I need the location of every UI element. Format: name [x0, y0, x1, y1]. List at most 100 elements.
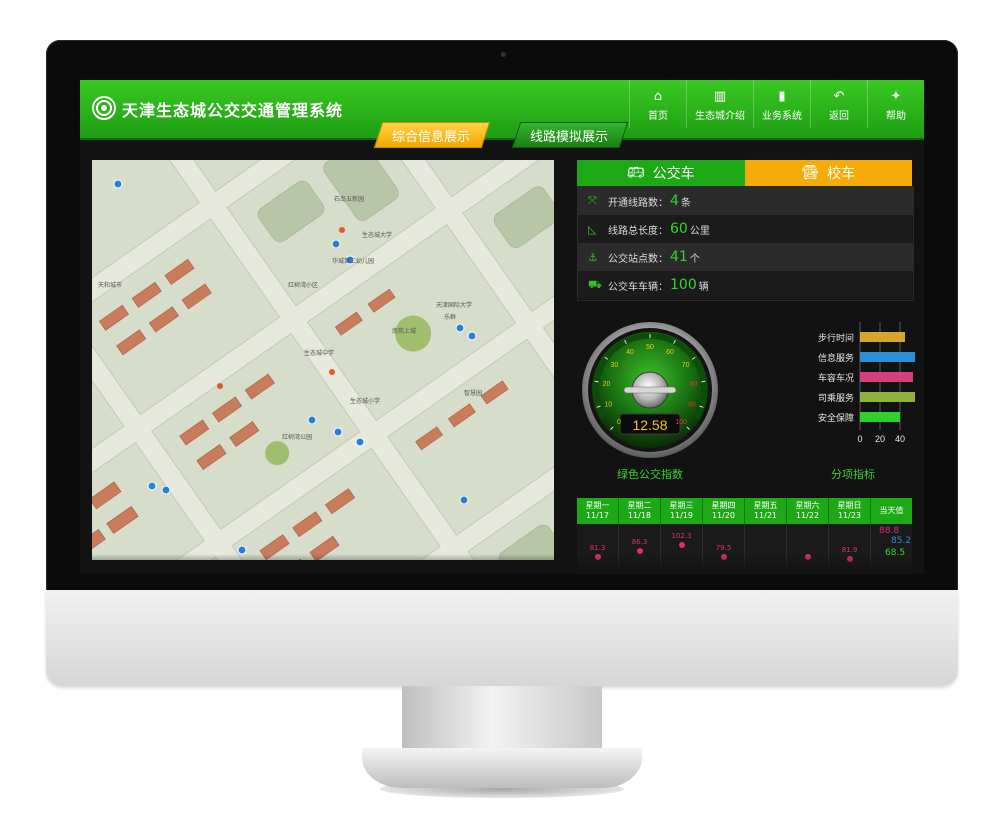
vehicle-tabs: 🚌︎ 公交车 🚍︎ 校车: [577, 160, 912, 186]
map-icon: ▥: [713, 89, 727, 104]
day-label: 星期一: [585, 501, 610, 510]
monitor-stand-base: [362, 748, 642, 788]
map-label: 生态城大学: [362, 232, 393, 239]
gauge-tick-label: 0: [617, 419, 621, 426]
stats-panel: ⤧ 开通线路数： 4 条 ◺ 线路总长度： 60 公里 ⚓ 公交站点数： 41 …: [577, 186, 914, 301]
tab-bus[interactable]: 🚌︎ 公交车: [577, 160, 745, 186]
day-value: 102.3: [671, 532, 692, 540]
app-title: 天津生态城公交交通管理系统: [122, 101, 344, 120]
date-label: 11/21: [753, 511, 778, 520]
school-bus-icon: 🚍︎: [801, 165, 820, 181]
map-canvas: [92, 160, 554, 560]
camera-icon: [501, 52, 506, 57]
bar: [860, 332, 905, 342]
stat-value: 60: [670, 221, 688, 237]
expand-icon: ⤧: [588, 194, 597, 207]
app-header: 天津生态城公交交通管理系统 ⌂ 首页 ▥ 生态城介绍 ▮ 业务系统 ↶ 返回 ✦…: [80, 80, 924, 140]
stat-value: 41: [670, 249, 688, 265]
nav-home-label: 首页: [648, 111, 668, 122]
nav-back[interactable]: ↶ 返回: [810, 80, 867, 128]
x-tick-label: 20: [875, 434, 885, 444]
tab-school-bus[interactable]: 🚍︎ 校车: [744, 160, 912, 186]
gauge-tick-label: 100: [675, 419, 687, 426]
date-label: 11/18: [627, 511, 652, 520]
bus-icon: ⛟: [588, 277, 602, 291]
stat-row: ⛟ 公交车车辆： 100 辆: [578, 271, 913, 299]
gauge-tick-label: 20: [603, 381, 611, 388]
map-label: 华城第二幼儿园: [332, 258, 375, 265]
tab-overview[interactable]: 综合信息展示: [378, 126, 484, 145]
green-index-gauge: 0 10 20 30 40 50 60 70 80 90 100 12.58: [580, 320, 720, 460]
monitor-stand-neck: [402, 686, 602, 756]
date-label: 11/20: [711, 511, 736, 520]
map-label: 天津国际大学: [436, 302, 473, 309]
date-label: 11/19: [669, 511, 694, 520]
bar: [860, 392, 915, 402]
gauge-tick-label: 60: [666, 349, 674, 356]
gauge-tick: [701, 380, 706, 383]
gauge-caption: 绿色公交指数: [617, 468, 683, 481]
category-label: 信息服务: [818, 352, 854, 364]
x-tick-label: 0: [857, 434, 862, 444]
stat-unit: 个: [689, 253, 700, 265]
stat-row: ◺ 线路总长度： 60 公里: [578, 215, 913, 243]
nav-back-label: 返回: [829, 111, 849, 122]
week-header: 星期一 11/17 星期二 11/18 星期三 11/19 星期四 11/20 星期五 1…: [577, 498, 912, 524]
date-label: 11/22: [795, 511, 820, 520]
week-col: 星期一 11/17: [577, 498, 619, 524]
bar: [860, 412, 900, 422]
week-col: 星期四 11/20: [703, 498, 745, 524]
nav-home[interactable]: ⌂ 首页: [629, 80, 686, 128]
map-label: 天和城市: [98, 282, 123, 289]
stat-value: 100: [670, 277, 697, 293]
ruler-icon: ◺: [588, 222, 597, 236]
map-label: 南苑上城: [392, 328, 417, 335]
date-label: 11/23: [837, 511, 862, 520]
city-map[interactable]: 石岛五新园 生态城大学 华城第二幼儿园 天和城市 红树湾小区 南苑上城 生态城中…: [92, 160, 554, 560]
stat-row: ⤧ 开通线路数： 4 条: [578, 187, 913, 215]
week-col: 星期六 11/22: [787, 498, 829, 524]
day-value: 81.3: [589, 544, 606, 552]
stat-unit: 公里: [689, 225, 710, 237]
nav-business-label: 业务系统: [762, 111, 802, 122]
week-col: 星期三 11/19: [661, 498, 703, 524]
nav-intro[interactable]: ▥ 生态城介绍: [686, 80, 753, 128]
day-label: 星期二: [627, 501, 652, 510]
day-value: 86.3: [631, 538, 648, 546]
gauge-value: 12.58: [632, 417, 667, 433]
stat-label: 开通线路数：: [608, 197, 668, 209]
gauge-tick-label: 70: [682, 362, 690, 369]
help-icon: ✦: [890, 89, 902, 104]
screen-reflection: [80, 554, 924, 574]
tab-route-sim[interactable]: 线路模拟展示: [516, 126, 622, 145]
map-label: 生态城中学: [304, 350, 335, 357]
stat-value: 4: [670, 193, 679, 209]
gauge-tick-label: 80: [690, 381, 698, 388]
bus-icon: 🚌︎: [626, 165, 645, 181]
date-label: 11/17: [585, 511, 610, 520]
today-header: 当天值: [879, 506, 904, 515]
nav-business[interactable]: ▮ 业务系统: [753, 80, 810, 128]
week-col: 星期五 11/21: [745, 498, 787, 524]
gauge-dial: 0 10 20 30 40 50 60 70 80 90 100 12.58: [582, 322, 718, 458]
tab-bus-label: 公交车: [652, 166, 695, 182]
home-icon: ⌂: [653, 89, 663, 104]
stat-label: 线路总长度：: [608, 225, 668, 237]
map-label: 石岛五新园: [334, 196, 365, 203]
anchor-icon: ⚓: [588, 250, 598, 264]
category-label: 步行时间: [818, 332, 854, 344]
nav-help[interactable]: ✦ 帮助: [867, 80, 924, 128]
week-col: 星期二 11/18: [619, 498, 661, 524]
gauge-tick-label: 90: [688, 402, 696, 409]
screen: 天津生态城公交交通管理系统 ⌂ 首页 ▥ 生态城介绍 ▮ 业务系统 ↶ 返回 ✦…: [80, 80, 924, 574]
monitor-chin: [46, 590, 958, 686]
category-label: 司乘服务: [818, 392, 854, 404]
nav-intro-label: 生态城介绍: [695, 111, 745, 122]
map-label: 智慧园: [464, 390, 483, 397]
stat-unit: 条: [680, 197, 691, 209]
gauge-tick-label: 40: [626, 349, 634, 356]
bar: [860, 372, 913, 382]
stat-unit: 辆: [698, 281, 709, 293]
map-label: 红树湾小区: [288, 282, 319, 289]
back-icon: ↶: [833, 89, 845, 104]
